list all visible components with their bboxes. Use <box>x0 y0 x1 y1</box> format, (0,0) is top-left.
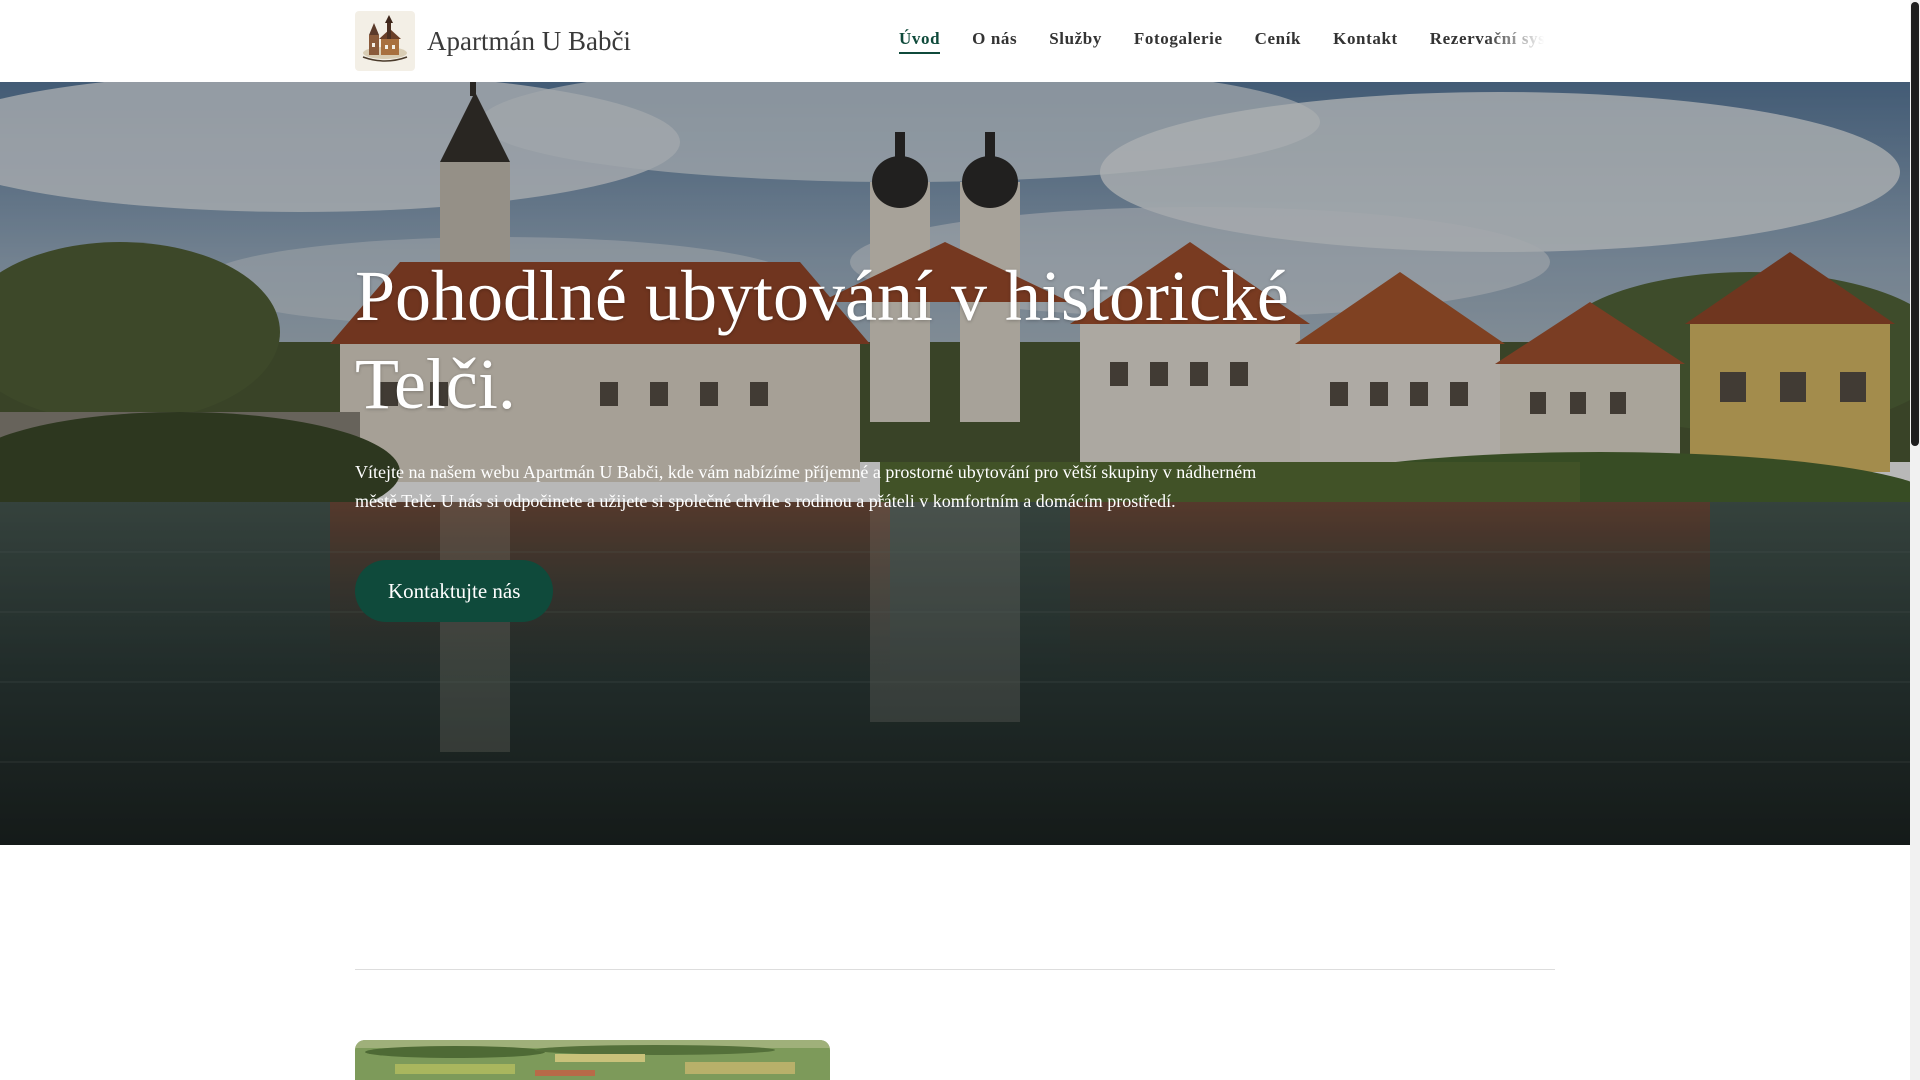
nav-item-uvod[interactable]: Úvod <box>899 29 941 54</box>
contact-us-button[interactable]: Kontaktujte nás <box>355 560 554 622</box>
nav-item-o-nas[interactable]: O nás <box>972 29 1017 54</box>
site-header: Apartmán U Babči Úvod O nás Služby Fotog… <box>0 0 1910 82</box>
brand-name: Apartmán U Babči <box>427 25 631 56</box>
nav-item-rezervacni-system[interactable]: Rezervační systém <box>1430 29 1555 54</box>
hero-section: Pohodlné ubytování v historické Telči. V… <box>0 82 1910 845</box>
landscape-photo <box>355 1040 830 1080</box>
hero-intro-text: Vítejte na našem webu Apartmán U Babči, … <box>355 462 1257 511</box>
landscape-photo-card <box>355 1040 830 1080</box>
section-divider <box>355 969 1555 970</box>
scrollbar-thumb[interactable] <box>1911 2 1919 446</box>
nav-item-kontakt[interactable]: Kontakt <box>1333 29 1398 54</box>
logo-icon <box>355 11 415 71</box>
nav-item-cenik[interactable]: Ceník <box>1255 29 1301 54</box>
brand-home-link[interactable]: Apartmán U Babči <box>355 10 631 72</box>
page-scrollbar[interactable] <box>1910 0 1920 1080</box>
nav-item-fotogalerie[interactable]: Fotogalerie <box>1134 29 1223 54</box>
hero-title: Pohodlné ubytování v historické Telči. <box>355 256 1289 424</box>
hero-content: Pohodlné ubytování v historické Telči. V… <box>355 252 1335 622</box>
nav-item-sluzby[interactable]: Služby <box>1049 29 1102 54</box>
main-nav: Úvod O nás Služby Fotogalerie Ceník Kont… <box>899 0 1555 82</box>
